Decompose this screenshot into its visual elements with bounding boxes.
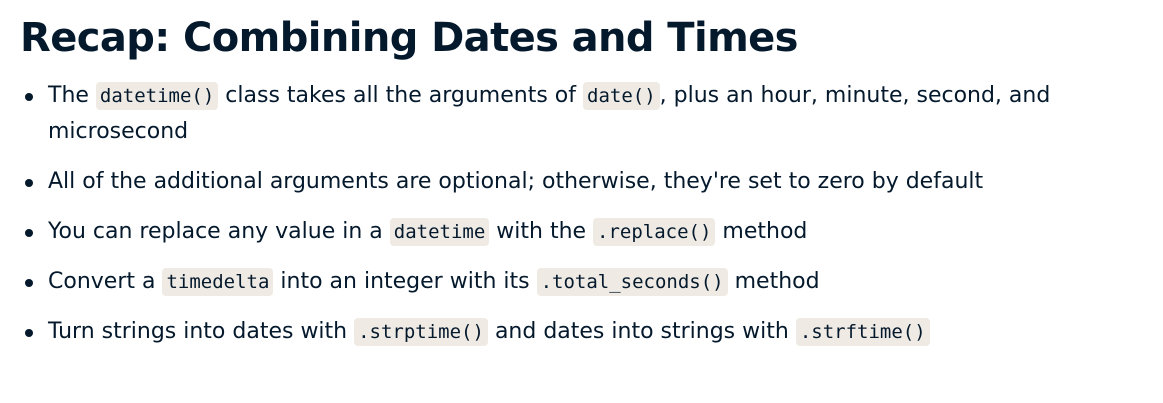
inline-code: .replace() xyxy=(593,218,716,246)
bullet-text: The xyxy=(48,83,96,108)
bullet-text: class takes all the arguments of xyxy=(218,83,583,108)
inline-code: datetime() xyxy=(95,82,219,110)
inline-code: datetime xyxy=(389,218,490,246)
bullet-text: method xyxy=(727,269,820,294)
bullet-text: into an integer with its xyxy=(273,269,537,294)
slide: Recap: Combining Dates and Times The dat… xyxy=(0,0,1163,403)
bullet-item: The datetime() class takes all the argum… xyxy=(0,78,1163,150)
bullet-text: You can replace any value in a xyxy=(48,219,390,244)
bullet-text: Turn strings into dates with xyxy=(48,319,355,344)
bullet-dot-icon xyxy=(25,93,33,101)
bullet-dot-icon xyxy=(25,329,33,337)
inline-code: .strptime() xyxy=(354,318,488,346)
bullet-item: Convert a timedelta into an integer with… xyxy=(0,264,1163,300)
bullet-text: Convert a xyxy=(48,269,163,294)
inline-code: date() xyxy=(583,82,660,110)
bullet-text: method xyxy=(715,219,808,244)
bullet-text: and dates into strings with xyxy=(487,319,796,344)
bullet-dot-icon xyxy=(25,229,33,237)
inline-code: .strftime() xyxy=(795,318,930,346)
bullet-text: All of the additional arguments are opti… xyxy=(48,169,984,194)
inline-code: .total_seconds() xyxy=(536,268,728,296)
bullet-text: with the xyxy=(489,219,594,244)
bullet-item: Turn strings into dates with .strptime()… xyxy=(0,314,1163,350)
bullet-item: You can replace any value in a datetime … xyxy=(0,214,1163,250)
bullet-list: The datetime() class takes all the argum… xyxy=(0,78,1163,364)
slide-title: Recap: Combining Dates and Times xyxy=(20,15,798,61)
inline-code: timedelta xyxy=(162,268,274,296)
bullet-dot-icon xyxy=(25,179,33,187)
bullet-item: All of the additional arguments are opti… xyxy=(0,164,1163,200)
bullet-dot-icon xyxy=(25,279,33,287)
